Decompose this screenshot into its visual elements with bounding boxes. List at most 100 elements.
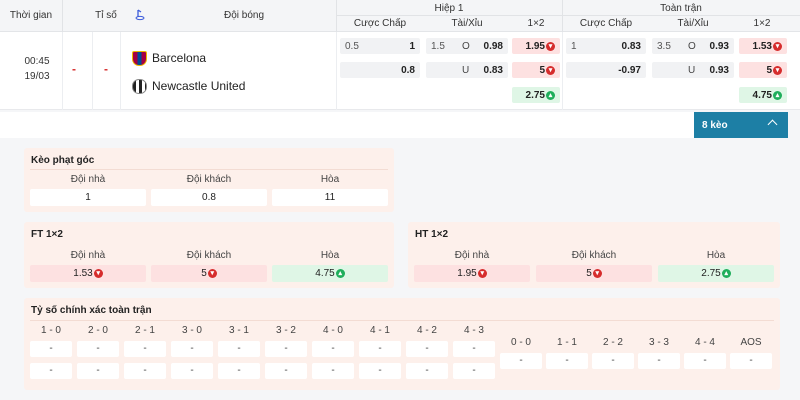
stream-icon[interactable]	[128, 0, 152, 32]
h1-ou-line: 1.5	[431, 40, 445, 52]
corner-home-odds[interactable]: 1	[30, 189, 146, 206]
arrow-up-icon: ▴	[773, 90, 782, 100]
exact-score-odds[interactable]: -	[359, 363, 401, 379]
full-handicap-header: Cược Chấp	[579, 18, 633, 29]
full-header: Toàn trận	[660, 3, 702, 14]
exact-score-odds[interactable]: -	[171, 341, 213, 357]
ft-x12-away[interactable]: 5 ▾	[739, 62, 787, 78]
exact-score-odds[interactable]: -	[171, 363, 213, 379]
match-date-value: 19/03	[24, 71, 50, 82]
newcastle-crest-icon	[132, 78, 147, 94]
corner-col-draw: Hòa	[320, 174, 340, 185]
exact-draw-odds[interactable]: -	[638, 353, 680, 369]
arrow-down-icon: ▾	[546, 65, 555, 75]
h1-x12-draw[interactable]: 2.75 ▴	[512, 87, 560, 103]
ft-under-odds: 0.93	[709, 64, 729, 76]
score-away: -	[104, 62, 108, 76]
ft-under[interactable]: U 0.93	[652, 62, 734, 78]
exact-draw-odds[interactable]: -	[730, 353, 772, 369]
half-ou-header: Tài/Xỉu	[451, 18, 483, 29]
ft-1x2-panel: FT 1×2 Đội nhà Đội khách Hòa 1.53 ▾ 5 ▾ 4.…	[24, 222, 394, 288]
exact-draw-label: 3 - 3	[648, 337, 669, 348]
corner-col-away: Đội khách	[186, 174, 232, 185]
ft-handicap-home[interactable]: 1 0.83	[566, 38, 646, 54]
h1-x12-away[interactable]: 5 ▾	[512, 62, 560, 78]
ft-1x2-col-home: Đội nhà	[70, 250, 106, 261]
h1-under-odds: 0.83	[483, 64, 503, 76]
ft-1x2-draw-odds[interactable]: 4.75 ▴	[272, 265, 388, 282]
corner-away-odds[interactable]: 0.8	[151, 189, 267, 206]
ft-1x2-away-odds[interactable]: 5 ▾	[151, 265, 267, 282]
exact-draw-label: 1 - 1	[556, 337, 577, 348]
h1-over-odds: 0.98	[483, 40, 503, 52]
ft-handicap-away[interactable]: -0.97	[566, 62, 646, 78]
match-time: 00:45 19/03	[14, 54, 60, 84]
exact-score-odds[interactable]: -	[124, 363, 166, 379]
exact-score-odds[interactable]: -	[453, 341, 495, 357]
h1-x12-home-odds: 1.95	[525, 40, 545, 52]
corner-draw-odds[interactable]: 11	[272, 189, 388, 206]
match-row: 00:45 19/03 - - Barcelona Newcastle Unit…	[0, 32, 800, 110]
exact-score-label: 4 - 3	[463, 325, 484, 336]
exact-score-odds[interactable]: -	[265, 341, 307, 357]
h1-under[interactable]: U 0.83	[426, 62, 508, 78]
exact-score-panel: Tỷ số chính xác toàn trận 1 - 0--2 - 0--…	[24, 298, 780, 390]
exact-draw-odds[interactable]: -	[500, 353, 542, 369]
h1-x12-draw-odds: 2.75	[525, 89, 545, 101]
ft-1x2-col-draw: Hòa	[320, 250, 340, 261]
odds-table-header: Thời gian Tỉ số Đội bóng Hiệp 1 Cược Chấ…	[0, 0, 800, 32]
h1-handicap-away-odds: 0.8	[401, 64, 415, 76]
arrow-down-icon: ▾	[773, 41, 782, 51]
exact-score-odds[interactable]: -	[218, 341, 260, 357]
ft-x12-draw-odds: 4.75	[752, 89, 772, 101]
h1-over[interactable]: 1.5 O 0.98	[426, 38, 508, 54]
arrow-down-icon: ▾	[93, 269, 103, 278]
half-1x2-header: 1×2	[527, 18, 545, 29]
more-bets-toggle[interactable]: 8 kèo	[694, 112, 788, 138]
ht-1x2-draw-odds[interactable]: 2.75 ▴	[658, 265, 774, 282]
h1-handicap-home[interactable]: 0.5 1	[340, 38, 420, 54]
full-ou-header: Tài/Xỉu	[677, 18, 709, 29]
exact-score-odds[interactable]: -	[30, 363, 72, 379]
h1-x12-home[interactable]: 1.95 ▾	[512, 38, 560, 54]
half-handicap-header: Cược Chấp	[353, 18, 407, 29]
exact-score-odds[interactable]: -	[218, 363, 260, 379]
exact-draw-odds[interactable]: -	[546, 353, 588, 369]
exact-score-odds[interactable]: -	[312, 363, 354, 379]
ft-1x2-home-odds[interactable]: 1.53 ▾	[30, 265, 146, 282]
exact-draw-label: 0 - 0	[510, 337, 531, 348]
ft-x12-home-odds: 1.53	[752, 40, 772, 52]
exact-score-label: 1 - 0	[40, 325, 61, 336]
exact-score-odds[interactable]: -	[77, 341, 119, 357]
exact-draw-odds[interactable]: -	[684, 353, 726, 369]
col-time-header: Thời gian	[9, 10, 53, 21]
exact-score-odds[interactable]: -	[124, 341, 166, 357]
exact-score-label: 4 - 0	[322, 325, 343, 336]
away-team[interactable]: Newcastle United	[132, 77, 245, 95]
exact-score-odds[interactable]: -	[406, 341, 448, 357]
arrow-up-icon: ▴	[546, 90, 555, 100]
ht-1x2-home-odds[interactable]: 1.95 ▾	[414, 265, 530, 282]
more-strip	[0, 112, 694, 138]
exact-score-odds[interactable]: -	[77, 363, 119, 379]
ft-1x2-title: FT 1×2	[31, 229, 63, 240]
half-header: Hiệp 1	[434, 3, 464, 14]
exact-score-label: 3 - 0	[181, 325, 202, 336]
exact-score-odds[interactable]: -	[265, 363, 307, 379]
exact-score-odds[interactable]: -	[359, 341, 401, 357]
exact-draw-odds[interactable]: -	[592, 353, 634, 369]
ht-1x2-away-odds[interactable]: 5 ▾	[536, 265, 652, 282]
exact-score-odds[interactable]: -	[312, 341, 354, 357]
ft-1x2-home-value: 1.53	[73, 268, 93, 279]
exact-score-odds[interactable]: -	[30, 341, 72, 357]
h1-handicap-away[interactable]: 0.8	[340, 62, 420, 78]
home-team[interactable]: Barcelona	[132, 49, 206, 67]
exact-score-odds[interactable]: -	[406, 363, 448, 379]
ft-ou-line: 3.5	[657, 40, 671, 52]
ft-x12-draw[interactable]: 4.75 ▴	[739, 87, 787, 103]
ft-x12-home[interactable]: 1.53 ▾	[739, 38, 787, 54]
exact-draw-label: 4 - 4	[694, 337, 715, 348]
exact-score-label: 2 - 0	[87, 325, 108, 336]
exact-score-odds[interactable]: -	[453, 363, 495, 379]
ft-over[interactable]: 3.5 O 0.93	[652, 38, 734, 54]
